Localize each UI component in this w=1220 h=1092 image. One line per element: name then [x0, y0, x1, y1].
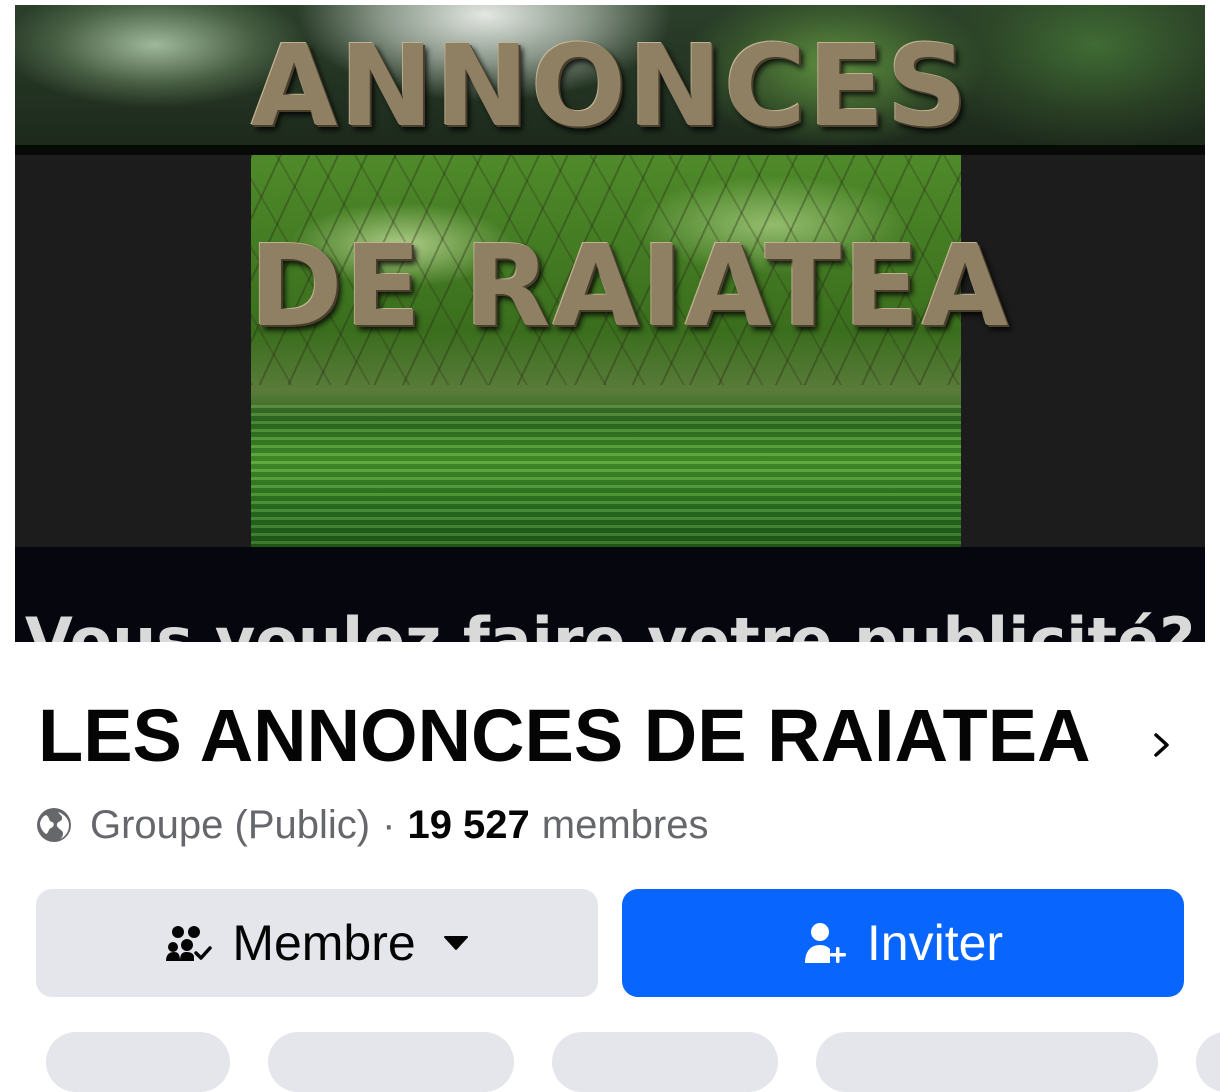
member-button[interactable]: Membre: [36, 889, 598, 997]
add-person-icon: [803, 921, 847, 965]
cover-text-line-3: Vous voulez faire votre publicité?: [24, 604, 1196, 643]
cover-image: ANNONCES DE RAIATEA Vous voulez faire vo…: [15, 5, 1205, 642]
members-check-icon: [164, 923, 213, 963]
tab-pill[interactable]: [1196, 1032, 1220, 1092]
group-privacy[interactable]: Groupe (Public): [90, 803, 370, 848]
member-count[interactable]: 19 527: [407, 803, 529, 848]
tab-pill[interactable]: [816, 1032, 1158, 1092]
members-label[interactable]: membres: [542, 803, 709, 848]
group-meta: Groupe (Public) · 19 527 membres: [36, 800, 709, 850]
caret-down-icon: [442, 934, 470, 952]
chevron-right-icon[interactable]: [1151, 730, 1173, 760]
invite-button-label: Inviter: [866, 915, 1004, 971]
cover-photo[interactable]: ANNONCES DE RAIATEA Vous voulez faire vo…: [0, 0, 1220, 642]
member-button-label: Membre: [232, 915, 416, 971]
cover-text-line-2: DE RAIATEA: [249, 222, 1011, 352]
tab-pill[interactable]: [268, 1032, 514, 1092]
meta-separator: ·: [382, 802, 396, 847]
tab-pill[interactable]: [552, 1032, 778, 1092]
left-dark-panel: [15, 155, 251, 547]
group-title[interactable]: LES ANNONCES DE RAIATEA: [38, 696, 1091, 776]
water-reflection: [251, 405, 961, 547]
tab-pill[interactable]: [46, 1032, 230, 1092]
cover-text-line-1: ANNONCES: [250, 22, 970, 152]
invite-button[interactable]: Inviter: [622, 889, 1184, 997]
globe-icon: [37, 808, 71, 842]
